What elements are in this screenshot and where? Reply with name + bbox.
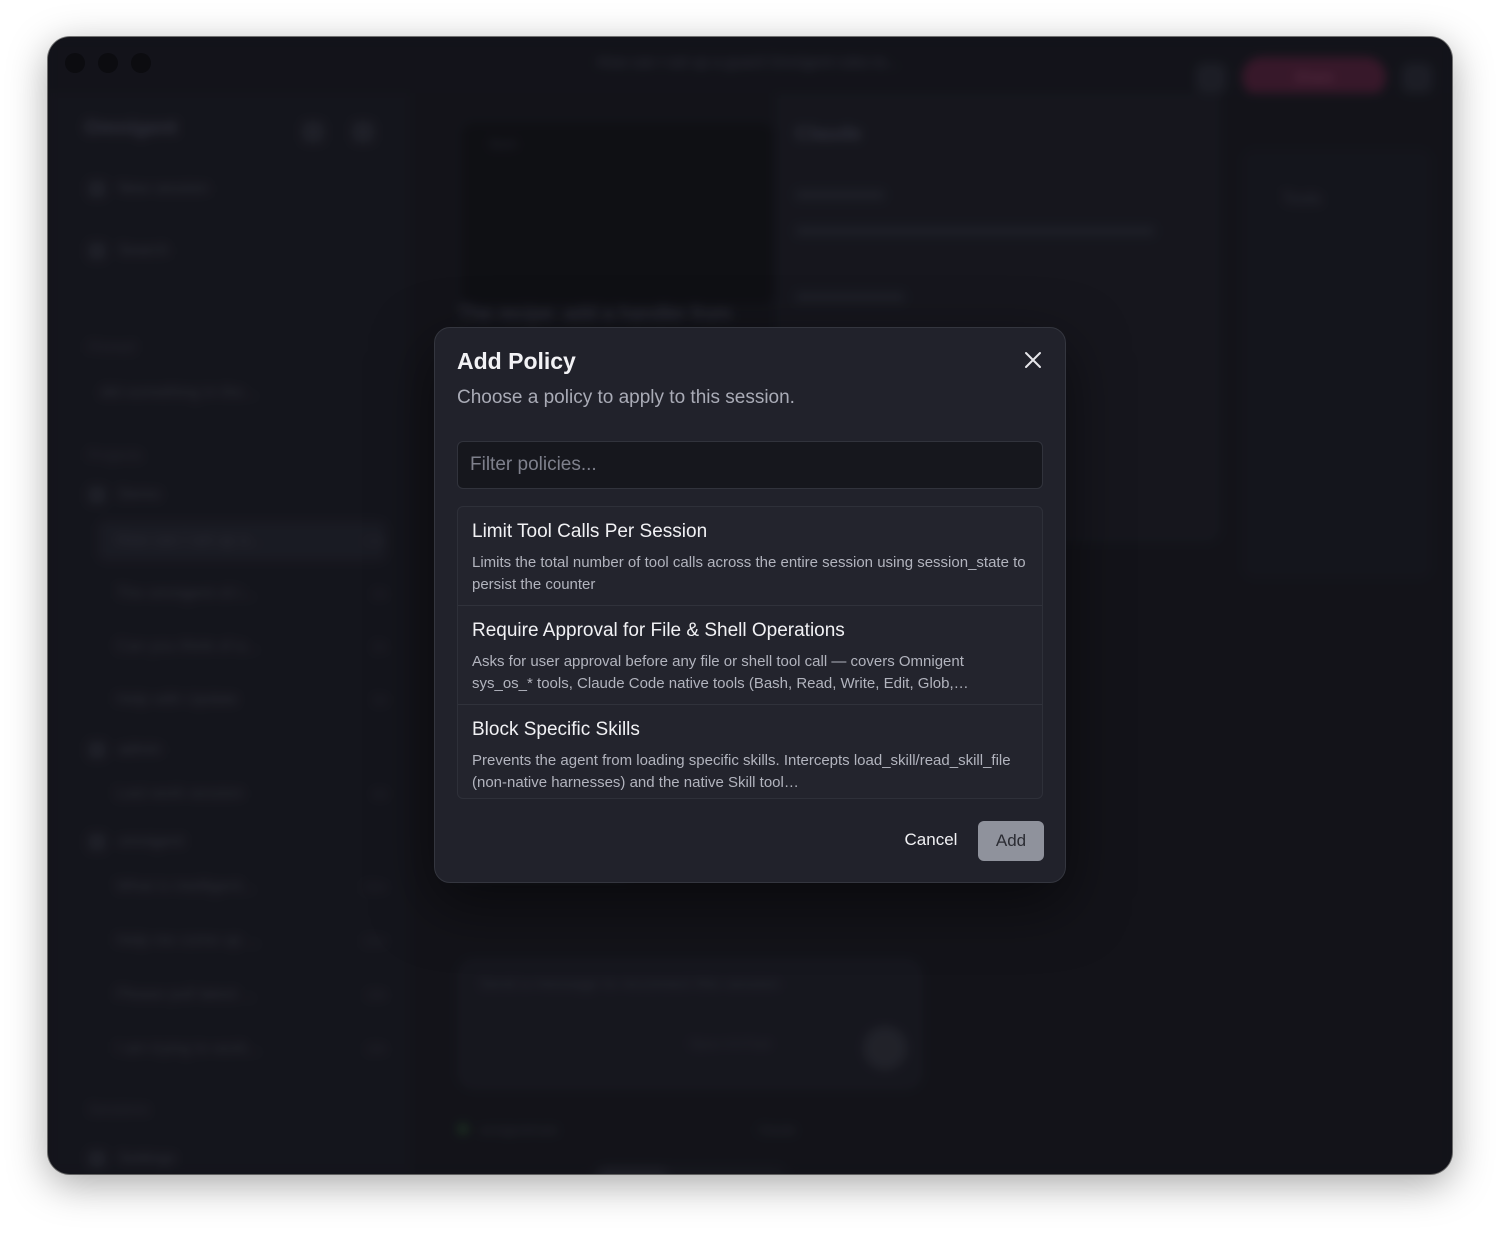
- close-window-button[interactable]: [65, 53, 85, 73]
- policy-item-require-approval[interactable]: Require Approval for File & Shell Operat…: [458, 606, 1042, 705]
- policy-title: Block Specific Skills: [472, 719, 640, 740]
- add-button[interactable]: Add: [978, 821, 1044, 861]
- maximize-window-button[interactable]: [131, 53, 151, 73]
- policy-title: Limit Tool Calls Per Session: [472, 521, 708, 542]
- policy-item-limit-tool-calls[interactable]: Limit Tool Calls Per Session Limits the …: [458, 507, 1042, 606]
- policy-description: Limits the total number of tool calls ac…: [472, 554, 1026, 593]
- close-dialog-button[interactable]: [1021, 348, 1045, 372]
- policy-description: Prevents the agent from loading specific…: [472, 752, 1011, 791]
- policy-title: Require Approval for File & Shell Operat…: [472, 620, 845, 641]
- close-icon: [1025, 352, 1041, 368]
- policy-description: Asks for user approval before any file o…: [472, 653, 969, 692]
- dialog-subtitle: Choose a policy to apply to this session…: [457, 387, 795, 408]
- policy-item-block-skills[interactable]: Block Specific Skills Prevents the agent…: [458, 705, 1042, 798]
- window-controls: [65, 53, 151, 73]
- app-window: How can I set up a guard Omnigent rules …: [48, 37, 1452, 1174]
- filter-policies-input[interactable]: [457, 441, 1043, 489]
- policy-list: Limit Tool Calls Per Session Limits the …: [457, 506, 1043, 799]
- dialog-title: Add Policy: [457, 348, 576, 374]
- add-policy-dialog: Add Policy Choose a policy to apply to t…: [434, 327, 1066, 883]
- minimize-window-button[interactable]: [98, 53, 118, 73]
- cancel-button[interactable]: Cancel: [887, 820, 975, 860]
